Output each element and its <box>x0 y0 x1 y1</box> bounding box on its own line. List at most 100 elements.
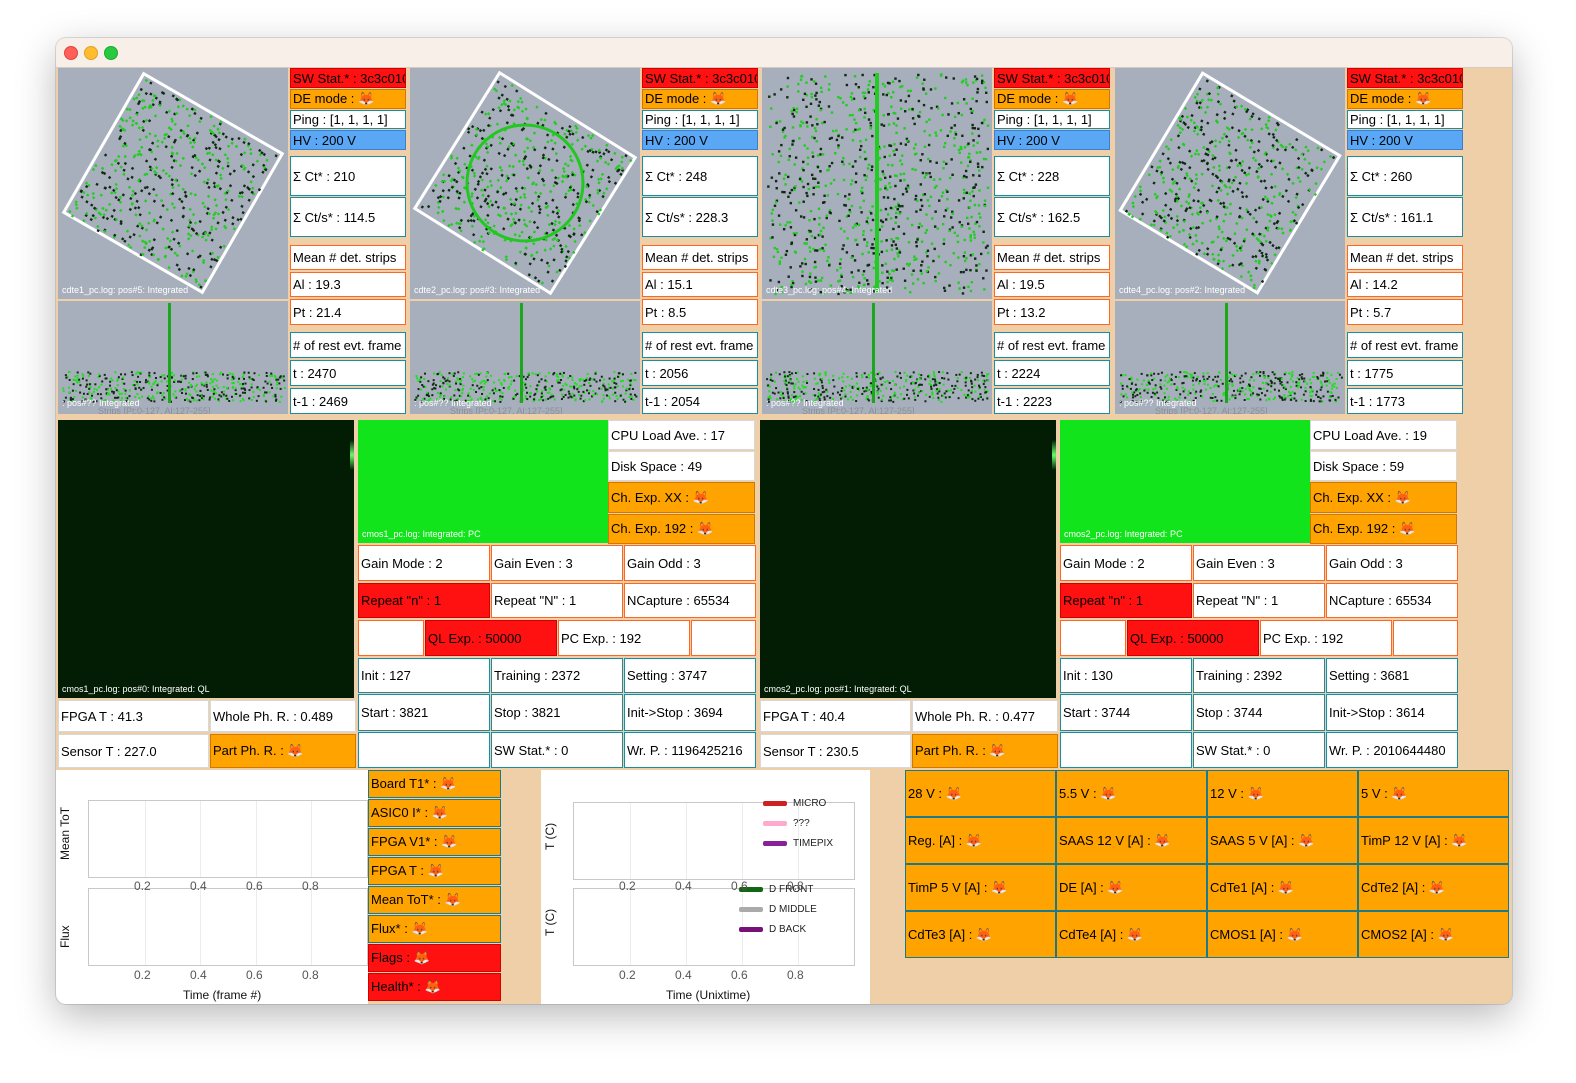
zoom-window-button[interactable] <box>104 46 118 60</box>
cdte-image-label: cdte3_pc.log: pos#4: Integrated <box>766 285 893 295</box>
rest-frame-label: # of rest evt. frame <box>1347 332 1463 358</box>
x-tick-label: 0.2 <box>619 968 636 982</box>
write-pointer-cell: Wr. P. : 1196425216 <box>624 732 756 768</box>
cpu-load-cell: CPU Load Ave. : 19 <box>1310 420 1457 450</box>
cdte-hitmap <box>412 70 638 296</box>
gain-mode-cell: Gain Mode : 2 <box>1060 545 1192 581</box>
x-tick-label: 0.2 <box>619 879 636 893</box>
sum-rate-cell: Σ Ct/s* : 161.1 <box>1347 197 1463 237</box>
cdte-strip-plot: : pos#?? Integrated Strips [Pt:0-127, Al:… <box>58 301 288 414</box>
repeat-n-cell: Repeat "n" : 1 <box>358 583 490 618</box>
hv-cell: HV : 200 V <box>1347 130 1463 150</box>
cdte-image-label: cdte2_pc.log: pos#3: Integrated <box>414 285 541 295</box>
rest-frame-label: # of rest evt. frame <box>290 332 406 358</box>
rest-frame-t-cell: t : 2224 <box>994 360 1110 386</box>
rest-frame-label: # of rest evt. frame <box>642 332 758 358</box>
al-strips-cell: Al : 14.2 <box>1347 272 1463 297</box>
y-axis-label: Flux <box>58 925 72 948</box>
cmos-pc-label: cmos2_pc.log: Integrated: PC <box>1064 529 1183 539</box>
y-axis-label: T (C) <box>543 908 557 936</box>
whole-photon-rate-cell: Whole Ph. R. : 0.477 <box>912 700 1058 732</box>
ping-cell: Ping : [1, 1, 1, 1] <box>994 110 1110 129</box>
cdte-image: cdte3_pc.log: pos#4: Integrated <box>762 68 992 299</box>
sum-rate-cell: Σ Ct/s* : 114.5 <box>290 197 406 237</box>
pt-strips-cell: Pt : 13.2 <box>994 299 1110 325</box>
ql-exp-spacer <box>1060 620 1126 656</box>
timepix-status-cell: FPGA T : 🦊 <box>368 857 501 885</box>
ch-exp-192-cell: Ch. Exp. 192 : 🦊 <box>608 514 755 544</box>
mean-det-strips-label: Mean # det. strips <box>642 245 758 270</box>
fpga-temp-cell: FPGA T : 40.4 <box>760 700 911 732</box>
gain-odd-cell: Gain Odd : 3 <box>1326 545 1458 581</box>
cmos-pc-image: cmos1_pc.log: Integrated: PC <box>358 420 608 543</box>
hv-cell: HV : 200 V <box>642 130 758 150</box>
gain-mode-cell: Gain Mode : 2 <box>358 545 490 581</box>
grid-line <box>145 801 146 877</box>
rest-frame-t1-cell: t-1 : 2223 <box>994 388 1110 414</box>
x-tick-label: 0.8 <box>302 879 319 893</box>
part-photon-rate-cell: Part Ph. R. : 🦊 <box>210 734 356 768</box>
setting-cell: Setting : 3681 <box>1326 658 1458 693</box>
cdte-hitmap <box>767 73 990 296</box>
x-axis-label: Time (Unixtime) <box>666 988 751 1002</box>
minimize-window-button[interactable] <box>84 46 98 60</box>
rest-frame-t1-cell: t-1 : 2054 <box>642 388 758 414</box>
x-tick-label: 0.8 <box>787 968 804 982</box>
x-tick-label: 0.4 <box>675 879 692 893</box>
al-strips-cell: Al : 15.1 <box>642 272 758 297</box>
init-cell: Init : 127 <box>358 658 490 693</box>
training-cell: Training : 2372 <box>491 658 623 693</box>
ncapture-cell: NCapture : 65534 <box>624 583 756 618</box>
hv-cell: HV : 200 V <box>290 130 406 150</box>
ch-exp-xx-cell: Ch. Exp. XX : 🦊 <box>1310 482 1457 513</box>
y-axis-label: Mean ToT <box>58 806 72 860</box>
cmos-pc-image: cmos2_pc.log: Integrated: PC <box>1060 420 1310 543</box>
app-window: cdte1_pc.log: pos#5: Integrated: pos#?? … <box>56 38 1512 1004</box>
legend-label: ??? <box>793 818 810 829</box>
repeat-N-cell: Repeat "N" : 1 <box>1193 583 1325 618</box>
cmos-sw-status-cell: SW Stat.* : 0 <box>1193 732 1325 768</box>
ql-exp-cell: QL Exp. : 50000 <box>425 620 557 656</box>
pc-exp-cell: PC Exp. : 192 <box>1260 620 1392 656</box>
training-cell: Training : 2392 <box>1193 658 1325 693</box>
timepix-status-cell: Flux* : 🦊 <box>368 915 501 943</box>
x-tick-label: 0.4 <box>190 968 207 982</box>
ch-exp-xx-cell: Ch. Exp. XX : 🦊 <box>608 482 755 513</box>
timepix-status-cell: Mean ToT* : 🦊 <box>368 886 501 914</box>
x-tick-label: 0.6 <box>731 968 748 982</box>
init-stop-cell: Init->Stop : 3694 <box>624 694 756 731</box>
cmos-ql-image: cmos2_pc.log: pos#1: Integrated: QL <box>760 420 1056 698</box>
init-cell: Init : 130 <box>1060 658 1192 693</box>
grid-line <box>256 801 257 877</box>
power-cell: CMOS2 [A] : 🦊 <box>1358 911 1509 958</box>
cmos-sw-status-cell: SW Stat.* : 0 <box>491 732 623 768</box>
sum-rate-cell: Σ Ct/s* : 228.3 <box>642 197 758 237</box>
legend-swatch-icon <box>763 841 787 846</box>
sensor-temp-cell: Sensor T : 227.0 <box>58 734 209 768</box>
x-tick-label: 0.2 <box>134 968 151 982</box>
temperature-plot <box>573 888 855 966</box>
power-cell: TimP 12 V [A] : 🦊 <box>1358 817 1509 864</box>
legend-label: MICRO <box>793 798 827 809</box>
sw-status-cell: SW Stat.* : 3c3c010 <box>994 68 1110 88</box>
timepix-status-cell: ASIC0 I* : 🦊 <box>368 799 501 827</box>
sw-stat-spacer <box>1060 732 1192 768</box>
rest-frame-label: # of rest evt. frame <box>994 332 1110 358</box>
disk-space-cell: Disk Space : 59 <box>1310 451 1457 481</box>
power-cell: CMOS1 [A] : 🦊 <box>1207 911 1358 958</box>
legend-label: TIMEPIX <box>793 838 834 849</box>
pc-exp-spacer <box>691 620 756 656</box>
temperature-plot-panel: T (C) MICRO??? TIMEPIX T (C) D FRONT D MIDDLE… <box>541 770 870 1004</box>
rest-frame-t-cell: t : 2056 <box>642 360 758 386</box>
grid-line <box>311 889 312 965</box>
cdte-hitmap <box>1118 71 1342 295</box>
write-pointer-cell: Wr. P. : 2010644480 <box>1326 732 1458 768</box>
power-cell: SAAS 12 V [A] : 🦊 <box>1056 817 1207 864</box>
flux-plot <box>88 888 368 966</box>
close-window-button[interactable] <box>64 46 78 60</box>
strip-plot-axis-label: Strips [Pt:0-127, Al:127-255] <box>802 406 915 414</box>
power-cell: CdTe4 [A] : 🦊 <box>1056 911 1207 958</box>
gain-even-cell: Gain Even : 3 <box>1193 545 1325 581</box>
gain-even-cell: Gain Even : 3 <box>491 545 623 581</box>
hv-cell: HV : 200 V <box>994 130 1110 150</box>
